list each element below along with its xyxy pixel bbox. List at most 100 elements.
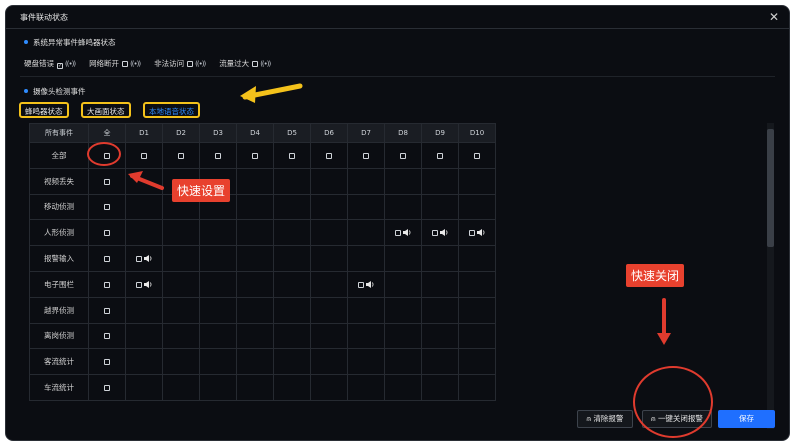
grid-row: 移动侦测 <box>29 193 496 221</box>
row-select-all-checkbox[interactable] <box>104 256 110 263</box>
channel-cell <box>421 348 459 376</box>
row-select-all-checkbox[interactable] <box>104 307 110 314</box>
event-type-label: 视频丢失 <box>29 167 89 195</box>
grid-row: 车流统计 <box>29 374 496 401</box>
channel-cell <box>458 167 496 195</box>
channel-cell <box>236 322 274 350</box>
row-select-all-checkbox[interactable] <box>104 178 110 185</box>
channel-cell <box>273 270 311 298</box>
channel-cell <box>125 142 163 169</box>
channel-checkbox[interactable] <box>289 152 295 159</box>
channel-cell <box>236 270 274 298</box>
channel-cell <box>421 245 459 272</box>
system-event-checkbox[interactable] <box>187 61 194 67</box>
channel-cell <box>310 322 348 350</box>
scrollbar[interactable] <box>767 123 774 429</box>
channel-cell <box>273 374 311 401</box>
channel-checkbox[interactable] <box>400 152 406 159</box>
event-type-label: 人形侦测 <box>29 219 89 247</box>
channel-cell <box>421 270 459 298</box>
channel-cell <box>125 348 163 376</box>
channel-cell <box>199 142 237 169</box>
save-button[interactable]: 保存 <box>718 410 775 428</box>
row-select-all-checkbox[interactable] <box>104 359 110 366</box>
channel-cell <box>384 348 422 376</box>
system-event-checkbox[interactable] <box>122 61 129 67</box>
channel-cell <box>421 193 459 221</box>
channel-cell <box>310 219 348 247</box>
channel-checkbox[interactable] <box>215 152 221 159</box>
channel-cell <box>310 296 348 324</box>
channel-cell <box>162 142 200 169</box>
speaker-icon[interactable] <box>144 255 152 263</box>
channel-checkbox[interactable] <box>252 152 258 159</box>
highlight-circle-close <box>633 366 713 438</box>
channel-checkbox[interactable] <box>437 152 443 159</box>
scrollbar-thumb[interactable] <box>767 129 774 247</box>
channel-cell <box>125 245 163 272</box>
speaker-icon[interactable] <box>366 280 374 288</box>
channel-cell <box>162 270 200 298</box>
channel-cell <box>384 167 422 195</box>
close-icon[interactable]: ✕ <box>769 10 779 24</box>
channel-checkbox[interactable] <box>326 152 332 159</box>
channel-cell <box>310 167 348 195</box>
channel-cell <box>421 142 459 169</box>
speaker-icon[interactable] <box>144 280 152 288</box>
channel-checkbox[interactable] <box>136 281 142 288</box>
tab-local-voice-status[interactable]: 本地语音状态 <box>143 102 200 118</box>
grid-row: 电子围栏 <box>29 270 496 298</box>
speaker-icon[interactable] <box>403 229 411 237</box>
channel-checkbox[interactable] <box>141 152 147 159</box>
channel-cell <box>273 296 311 324</box>
speaker-icon[interactable] <box>477 229 485 237</box>
annotation-quick-set: 快速设置 <box>172 179 231 202</box>
channel-checkbox[interactable] <box>432 230 438 237</box>
buzzer-icon: ((•)) <box>195 60 206 68</box>
channel-cell <box>236 167 274 195</box>
system-event-checkbox[interactable]: ✓ <box>57 63 63 69</box>
grid-column-header: 所有事件 <box>29 123 89 143</box>
row-select-all-checkbox[interactable] <box>104 230 110 237</box>
section-system-title: 系统异常事件蜂鸣器状态 <box>24 37 116 48</box>
channel-cell <box>310 270 348 298</box>
grid-column-header: D7 <box>347 123 385 143</box>
channel-cell <box>347 142 385 169</box>
channel-checkbox[interactable] <box>178 152 184 159</box>
tab-big-screen-status[interactable]: 大画面状态 <box>81 102 131 118</box>
tab-buzzer-status[interactable]: 蜂鸣器状态 <box>19 102 69 118</box>
channel-cell <box>458 322 496 350</box>
channel-cell <box>273 167 311 195</box>
speaker-icon[interactable] <box>440 229 448 237</box>
channel-cell <box>125 167 163 195</box>
channel-checkbox[interactable] <box>358 281 364 288</box>
channel-cell <box>347 193 385 221</box>
system-event-item: 非法访问 ((•)) <box>154 59 206 68</box>
grid-column-header: D3 <box>199 123 237 143</box>
row-select-all-checkbox[interactable] <box>104 281 110 288</box>
channel-cell <box>458 142 496 169</box>
channel-cell <box>458 270 496 298</box>
channel-cell <box>199 348 237 376</box>
grid-column-header: D4 <box>236 123 274 143</box>
channel-checkbox[interactable] <box>474 152 480 159</box>
clear-alarm-label: 清除报警 <box>593 414 624 423</box>
channel-checkbox[interactable] <box>136 256 142 263</box>
channel-cell <box>310 374 348 401</box>
grid-column-header: D1 <box>125 123 163 143</box>
row-select-all-checkbox[interactable] <box>104 333 110 340</box>
channel-checkbox[interactable] <box>469 230 475 237</box>
channel-checkbox[interactable] <box>395 230 401 237</box>
row-select-all-cell <box>88 167 126 195</box>
channel-cell <box>384 296 422 324</box>
row-select-all-checkbox[interactable] <box>104 204 110 211</box>
system-event-item: 网络断开 ((•)) <box>89 59 141 68</box>
system-event-checkbox[interactable] <box>252 61 259 67</box>
channel-cell <box>125 193 163 221</box>
channel-cell <box>421 322 459 350</box>
clear-alarm-button[interactable]: ⍝ 清除报警 <box>577 410 633 428</box>
channel-cell <box>384 270 422 298</box>
row-select-all-checkbox[interactable] <box>104 385 110 392</box>
channel-checkbox[interactable] <box>363 152 369 159</box>
channel-cell <box>125 322 163 350</box>
